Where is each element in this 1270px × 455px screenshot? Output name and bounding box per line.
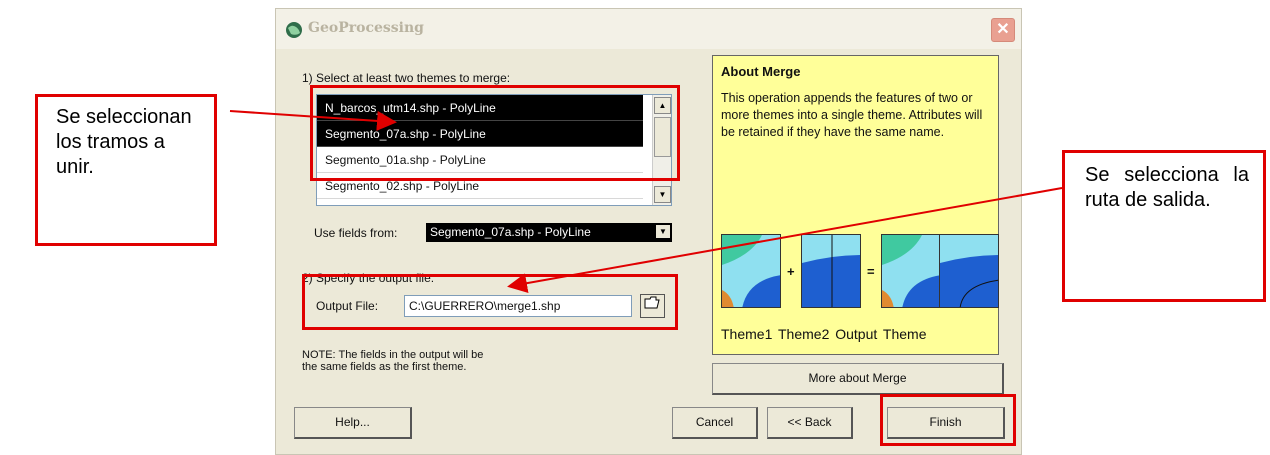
annotation-arrows — [229, 110, 1063, 294]
arrow-to-output — [507, 187, 1063, 294]
arrow-to-list — [229, 110, 397, 131]
